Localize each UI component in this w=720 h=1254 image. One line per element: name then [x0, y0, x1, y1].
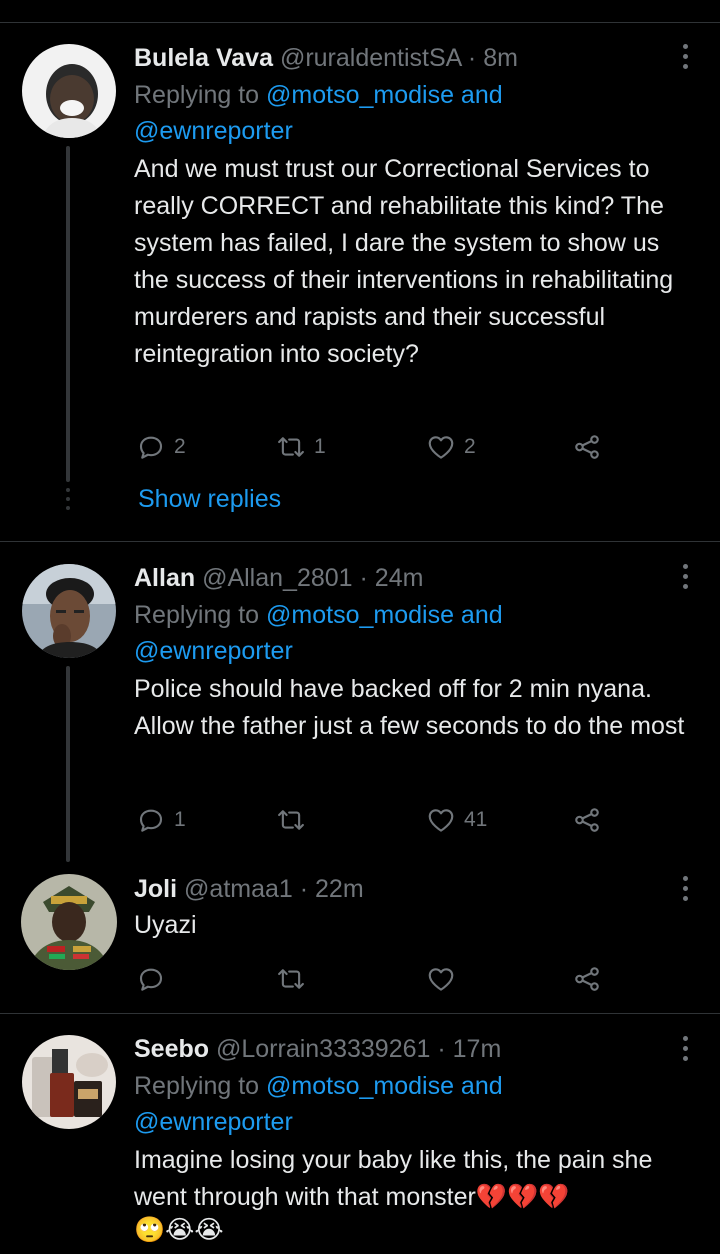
retweet-button[interactable]: 1 [276, 430, 326, 464]
retweet-button[interactable] [276, 803, 314, 837]
user-handle[interactable]: @Allan_2801 [202, 564, 353, 592]
reply-button[interactable] [136, 962, 174, 996]
like-button[interactable]: 2 [426, 430, 476, 464]
tweet-header: Bulela Vava @ruraldentistSA · 8m [134, 42, 690, 74]
tweet-text: Imagine losing your baby like this, the … [134, 1146, 653, 1211]
more-vertical-icon[interactable] [682, 564, 688, 589]
retweet-icon [276, 964, 306, 994]
replying-prefix: Replying to [134, 1072, 260, 1100]
tweet-actions: 2 1 2 [136, 430, 606, 464]
display-name[interactable]: Bulela Vava [134, 44, 273, 72]
replying-prefix: Replying to [134, 81, 260, 109]
replying-to: Replying to @motso_modise and @ewnreport… [134, 77, 690, 149]
tweet-header: Joli @atmaa1 · 22m [134, 873, 690, 905]
share-icon [572, 805, 602, 835]
reply-button[interactable]: 2 [136, 430, 186, 464]
heart-icon [426, 805, 456, 835]
show-replies-link[interactable]: Show replies [138, 485, 281, 514]
share-button[interactable] [572, 430, 602, 464]
mention-link[interactable]: @motso_modise and [266, 1072, 503, 1100]
reply-icon [136, 964, 166, 994]
avatar[interactable] [22, 1035, 116, 1129]
mention-link[interactable]: @ewnreporter [134, 117, 293, 145]
timestamp[interactable]: · 17m [437, 1035, 501, 1063]
avatar[interactable] [21, 874, 117, 970]
retweet-button[interactable] [276, 962, 314, 996]
mention-link[interactable]: @motso_modise and [266, 601, 503, 629]
reply-count: 2 [174, 435, 186, 458]
thread-line [66, 666, 70, 862]
tweet-header: Allan @Allan_2801 · 24m [134, 562, 690, 594]
timestamp[interactable]: · 24m [360, 564, 424, 592]
more-vertical-icon[interactable] [682, 876, 688, 901]
thread-line [66, 146, 70, 482]
display-name[interactable]: Seebo [134, 1035, 209, 1063]
like-button[interactable] [426, 962, 464, 996]
share-button[interactable] [572, 803, 602, 837]
avatar[interactable] [22, 564, 116, 658]
like-count: 2 [464, 435, 476, 458]
share-icon [572, 432, 602, 462]
tweet-text: And we must trust our Correctional Servi… [134, 155, 674, 368]
more-vertical-icon[interactable] [682, 1036, 688, 1061]
replying-prefix: Replying to [134, 601, 260, 629]
tweet-actions [136, 962, 606, 996]
reply-count: 1 [174, 808, 186, 831]
mention-link[interactable]: @ewnreporter [134, 1108, 293, 1136]
more-vertical-icon[interactable] [682, 44, 688, 69]
like-button[interactable]: 41 [426, 803, 487, 837]
timestamp[interactable]: · 22m [300, 875, 364, 903]
retweet-icon [276, 805, 306, 835]
display-name[interactable]: Allan [134, 564, 195, 592]
reply-button[interactable]: 1 [136, 803, 186, 837]
mention-link[interactable]: @ewnreporter [134, 637, 293, 665]
tweet-text: Police should have backed off for 2 min … [134, 675, 685, 740]
top-divider [0, 22, 720, 23]
retweet-icon [276, 432, 306, 462]
tweet-actions: 1 41 [136, 803, 606, 837]
replying-to: Replying to @motso_modise and @ewnreport… [134, 1068, 690, 1140]
reply-icon [136, 432, 166, 462]
tweet-emoji-line: 🙄😭😭 [134, 1216, 224, 1244]
timestamp[interactable]: · 8m [468, 44, 518, 72]
tweet-text: Uyazi [134, 911, 197, 939]
user-handle[interactable]: @Lorrain33339261 [216, 1035, 430, 1063]
tweet-header: Seebo @Lorrain33339261 · 17m [134, 1033, 690, 1065]
heart-icon [426, 432, 456, 462]
share-button[interactable] [572, 962, 602, 996]
reply-icon [136, 805, 166, 835]
tweet-divider [0, 541, 720, 542]
tweet-divider [0, 1013, 720, 1014]
avatar[interactable] [22, 44, 116, 138]
retweet-count: 1 [314, 435, 326, 458]
share-icon [572, 964, 602, 994]
thread-dots [66, 488, 70, 510]
user-handle[interactable]: @atmaa1 [184, 875, 293, 903]
user-handle[interactable]: @ruraldentistSA [280, 44, 461, 72]
display-name[interactable]: Joli [134, 875, 177, 903]
replying-to: Replying to @motso_modise and @ewnreport… [134, 597, 690, 669]
mention-link[interactable]: @motso_modise and [266, 81, 503, 109]
like-count: 41 [464, 808, 488, 831]
heart-icon [426, 964, 456, 994]
